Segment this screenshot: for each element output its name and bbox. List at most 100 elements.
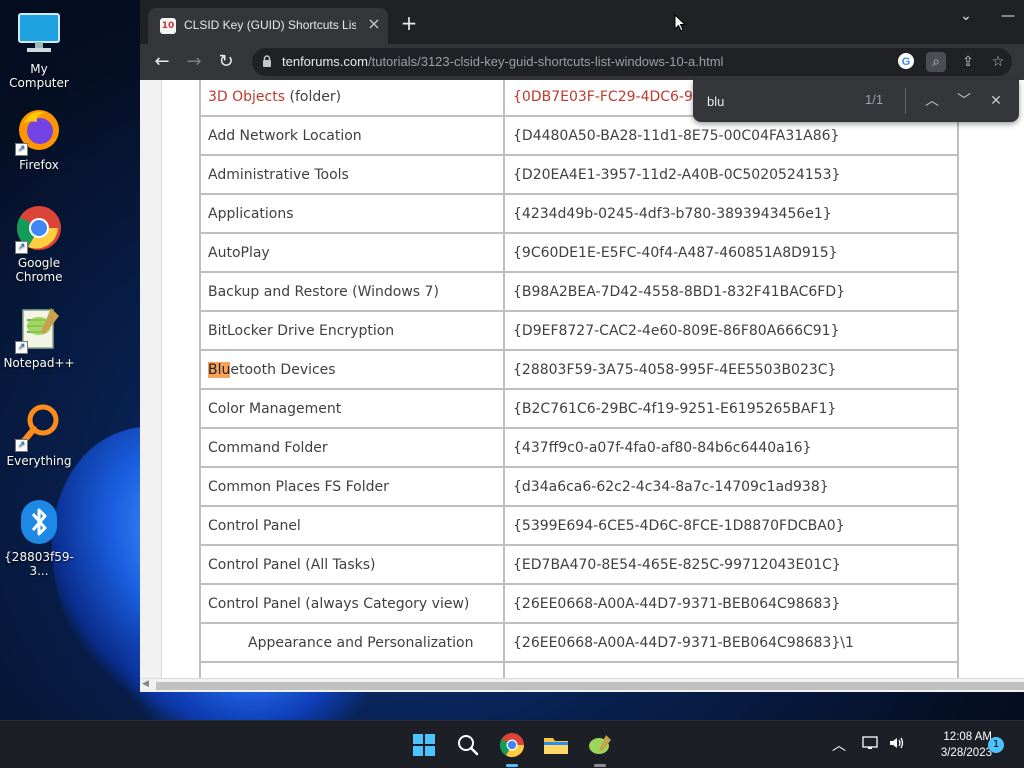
active-app-indicator <box>506 764 518 767</box>
table-cell-name: BitLocker Drive Encryption <box>199 310 505 351</box>
reload-icon[interactable]: ↻ <box>214 50 238 74</box>
show-hidden-icons-chevron-up-icon[interactable]: ︿ <box>832 735 846 755</box>
taskbar-notepad-plus-plus-icon[interactable] <box>584 729 616 767</box>
table-cell-guid: {437ff9c0-a07f-4fa0-af80-84b6c6440a16} <box>503 427 959 468</box>
google-lens-g-icon[interactable]: G <box>896 52 916 72</box>
table-row: Color Management {B2C761C6-29BC-4f19-925… <box>199 388 959 429</box>
find-next-chevron-down-icon[interactable]: ﹀ <box>953 90 975 112</box>
table-cell-name: Control Panel <box>199 505 505 546</box>
table-cell-guid: {d34a6ca6-62c2-4c34-8a7c-14709c1ad938} <box>503 466 959 507</box>
table-cell-name: Administrative Tools <box>199 154 505 195</box>
lock-icon <box>263 55 271 67</box>
desktop-icon-label: {28803f59-3... <box>4 550 74 578</box>
shortcut-arrow-icon: ↗ <box>15 143 28 156</box>
table-row: Command Folder {437ff9c0-a07f-4fa0-af80-… <box>199 427 959 468</box>
new-tab-plus-icon[interactable]: + <box>398 12 420 34</box>
table-row: Backup and Restore (Windows 7) {B98A2BEA… <box>199 271 959 312</box>
table-row: AutoPlay {9C60DE1E-E5FC-40f4-A487-460851… <box>199 232 959 273</box>
file-explorer-folder-icon[interactable] <box>540 729 572 761</box>
desktop-icon-label: My Computer <box>9 62 69 90</box>
table-cell-name: Backup and Restore (Windows 7) <box>199 271 505 312</box>
chrome-icon: ↗ <box>15 204 63 254</box>
table-cell-guid: {9C60DE1E-E5FC-40f4-A487-460851A8D915} <box>503 232 959 273</box>
desktop-icon-label: Google Chrome <box>15 256 63 284</box>
find-match-highlight: Blu <box>208 361 231 378</box>
system-clock[interactable]: 12:08 AM 3/28/2023 <box>912 729 992 761</box>
table-cell-guid: {D9EF8727-CAC2-4e60-809E-86F80A666C91} <box>503 310 959 351</box>
folder-link[interactable]: 3D Objects <box>208 89 285 105</box>
svg-text:G: G <box>902 56 911 68</box>
scrollbar-thumb[interactable] <box>156 682 1024 690</box>
desktop-icon-my-computer[interactable]: My Computer <box>0 10 78 90</box>
notepad-plus-plus-icon: ↗ <box>15 304 63 354</box>
page-left-margin <box>140 80 162 678</box>
shortcut-arrow-icon: ↗ <box>15 341 28 354</box>
table-cell-name: Command Folder <box>199 427 505 468</box>
bluetooth-icon <box>15 498 63 546</box>
table-cell-name: Add Network Location <box>199 115 505 156</box>
volume-icon[interactable] <box>888 735 906 755</box>
page-content: 3D Objects (folder) {0DB7E03F-FC29-4DC6-… <box>140 80 1024 678</box>
table-row: Control Panel {5399E694-6CE5-4D6C-8FCE-1… <box>199 505 959 546</box>
browser-toolbar: ← → ↻ tenforums.com/tutorials/3123-clsid… <box>140 44 1024 80</box>
shortcut-arrow-icon: ↗ <box>15 241 28 254</box>
table-row: Control Panel (always Category view) {26… <box>199 583 959 624</box>
table-row: Common Places FS Folder {d34a6ca6-62c2-4… <box>199 466 959 507</box>
table-cell-guid: {ED7BA470-8E54-465E-825C-99712043E01C} <box>503 544 959 585</box>
table-cell-name: Common Places FS Folder <box>199 466 505 507</box>
desktop-icon-everything[interactable]: ↗ Everything <box>0 402 78 468</box>
find-close-icon[interactable]: ✕ <box>985 90 1007 112</box>
table-cell-name: Bluetooth Devices <box>199 349 505 390</box>
find-previous-chevron-up-icon[interactable]: ︿ <box>921 90 943 112</box>
firefox-icon: ↗ <box>15 106 63 156</box>
desktop-icon-label: Notepad++ <box>3 356 75 370</box>
find-match-count: 1/1 <box>865 92 884 107</box>
address-bar[interactable]: tenforums.com/tutorials/3123-clsid-key-g… <box>252 48 1012 76</box>
table-cell-name: Control Panel (All Tasks) <box>199 544 505 585</box>
scroll-left-arrow-icon[interactable]: ◀ <box>142 679 149 689</box>
tab-strip: 10 CLSID Key (GUID) Shortcuts List f × +… <box>140 0 1024 44</box>
table-cell-name: AutoPlay <box>199 232 505 273</box>
find-in-page-icon[interactable]: ⌕ <box>926 52 946 72</box>
horizontal-scrollbar[interactable]: ◀ <box>140 678 1024 692</box>
network-icon[interactable] <box>862 735 880 755</box>
table-cell-guid: {B98A2BEA-7D42-4558-8BD1-832F41BAC6FD} <box>503 271 959 312</box>
table-cell-name: 3D Objects (folder) <box>199 80 505 117</box>
share-icon[interactable]: ⇪ <box>958 52 978 72</box>
table-cell-guid: {D20EA4E1-3957-11d2-A40B-0C5020524153} <box>503 154 959 195</box>
desktop-icon-bluetooth-shortcut[interactable]: {28803f59-3... <box>0 498 78 578</box>
table-cell-guid: {B2C761C6-29BC-4f19-9251-E6195265BAF1} <box>503 388 959 429</box>
divider <box>905 88 906 114</box>
minimize-icon[interactable]: — <box>996 8 1020 26</box>
windows-start-icon[interactable] <box>408 729 440 761</box>
desktop-icon-firefox[interactable]: ↗ Firefox <box>0 106 78 172</box>
forward-arrow-icon[interactable]: → <box>182 50 206 74</box>
desktop-icon-google-chrome[interactable]: ↗ Google Chrome <box>0 204 78 284</box>
table-row <box>199 661 959 678</box>
table-cell-guid: {26EE0668-A00A-44D7-9371-BEB064C98683} <box>503 583 959 624</box>
tab-close-icon[interactable]: × <box>366 16 382 32</box>
desktop-icon-label: Firefox <box>19 158 59 172</box>
table-cell-guid: {28803F59-3A75-4058-995F-4EE5503B023C} <box>503 349 959 390</box>
clock-time: 12:08 AM <box>943 731 992 743</box>
shortcut-arrow-icon: ↗ <box>15 439 28 452</box>
table-cell-name <box>199 661 505 678</box>
taskbar-chrome-icon[interactable] <box>496 729 528 767</box>
notification-badge[interactable]: 1 <box>988 737 1004 753</box>
find-input[interactable] <box>707 92 857 110</box>
search-icon[interactable] <box>452 729 484 761</box>
bookmark-star-icon[interactable]: ☆ <box>988 52 1008 72</box>
tab-search-chevron-down-icon[interactable]: ⌄ <box>954 8 978 26</box>
mouse-pointer-icon <box>674 14 686 32</box>
table-cell-name: Color Management <box>199 388 505 429</box>
back-arrow-icon[interactable]: ← <box>150 50 174 74</box>
tab-active[interactable]: 10 CLSID Key (GUID) Shortcuts List f × <box>148 8 388 44</box>
tenforums-favicon-icon: 10 <box>160 18 176 34</box>
everything-search-icon: ↗ <box>15 402 63 452</box>
table-row: Administrative Tools {D20EA4E1-3957-11d2… <box>199 154 959 195</box>
clock-date: 3/28/2023 <box>940 747 992 759</box>
desktop-icon-notepad-plus-plus[interactable]: ↗ Notepad++ <box>0 304 78 370</box>
table-cell-name: Control Panel (always Category view) <box>199 583 505 624</box>
table-row: Bluetooth Devices {28803F59-3A75-4058-99… <box>199 349 959 390</box>
find-bar: 1/1 ︿ ﹀ ✕ <box>693 80 1019 122</box>
